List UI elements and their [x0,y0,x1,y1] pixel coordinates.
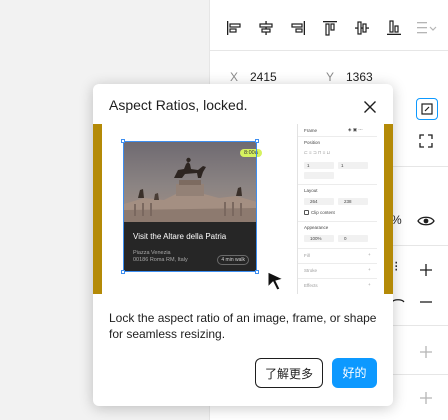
selection-frame [123,141,257,272]
x-input[interactable]: 2415 [250,70,277,84]
mini-height-field [338,198,368,205]
eye-icon[interactable] [416,211,436,231]
preview-image: Visit the Altare della Patria Piazza Ven… [93,124,393,294]
mini-stroke-label: Stroke [304,268,318,273]
mini-add-icon: + [368,267,371,272]
mini-divider [298,136,377,137]
mini-x-value: 1 [307,163,310,168]
resize-handle [255,270,259,274]
mini-opacity-value: 100% [310,236,322,241]
resize-to-fit-icon[interactable] [416,131,436,151]
mini-divider [298,248,377,249]
mini-y-value: 1 [341,163,344,168]
add-icon[interactable] [416,260,436,280]
remove-icon[interactable] [416,292,436,312]
align-top-icon[interactable] [318,16,342,40]
mini-height-value: 238 [344,199,352,204]
mini-component-icon: ◈ ▣ ⋯ [348,127,363,132]
cursor-arrow-icon [266,270,286,292]
mini-clip-label: Clip content [311,210,335,215]
mini-properties-panel: Frame ◈ ▣ ⋯ Position ⊏ ≡ ⊐ ⊓ ≡ ⊔ 1 1 Lay… [297,124,377,294]
y-label: Y [326,70,335,84]
mini-position-label: Position [304,140,321,145]
mini-radius-field [338,235,368,242]
add-icon[interactable] [416,342,436,362]
preview-canvas: Visit the Altare della Patria Piazza Ven… [102,124,384,294]
add-icon[interactable] [416,388,436,408]
mini-fill-label: Fill [304,253,310,258]
dialog-description: Lock the aspect ratio of an image, frame… [109,311,377,341]
mini-divider [298,263,377,264]
panel-divider [210,50,448,51]
mini-width-value: 264 [310,199,318,204]
close-icon[interactable] [361,98,379,116]
feature-tip-dialog: Aspect Ratios, locked. Visit the Altare … [93,84,393,406]
mini-divider [298,221,377,222]
mini-divider [298,278,377,279]
more-icon[interactable]: ⁝ [394,259,398,273]
mini-layout-label: Layout [304,188,318,193]
resize-handle [121,139,125,143]
align-vertical-center-icon[interactable] [350,16,374,40]
alignment-toolbar [210,8,448,48]
mini-clip-checkbox [304,210,309,215]
mini-radius-value: 0 [344,236,347,241]
resize-handle [121,270,125,274]
align-left-icon[interactable] [222,16,246,40]
dialog-title: Aspect Ratios, locked. [109,97,248,113]
align-right-icon[interactable] [286,16,310,40]
learn-more-button[interactable]: 了解更多 [255,358,323,388]
mini-appearance-label: Appearance [304,225,329,230]
mini-align-icons: ⊏ ≡ ⊐ ⊓ ≡ ⊔ [304,150,331,155]
mini-effects-label: Effects [304,283,318,288]
align-bottom-icon[interactable] [382,16,406,40]
resize-handle [255,139,259,143]
x-label: X [230,70,239,84]
ok-button[interactable]: 好的 [332,358,377,388]
constrain-proportions-icon[interactable] [416,98,438,120]
mini-add-icon: + [368,282,371,287]
mini-add-icon: + [368,252,371,257]
align-horizontal-center-icon[interactable] [254,16,278,40]
mini-divider [298,184,377,185]
mini-frame-label: Frame [304,128,318,133]
mini-rotation-field [304,172,334,179]
mini-width-field [304,198,334,205]
y-input[interactable]: 1363 [346,70,373,84]
distribute-menu-icon[interactable] [414,16,438,40]
